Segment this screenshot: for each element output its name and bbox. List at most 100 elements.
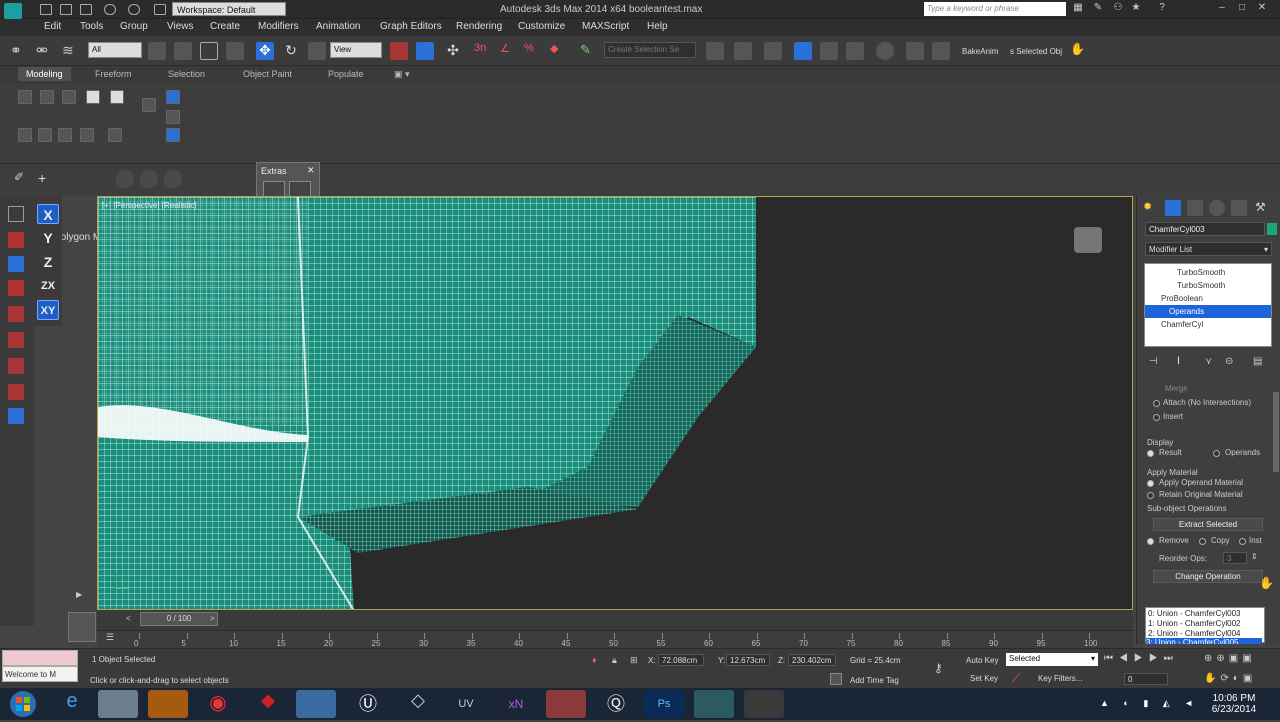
bind-spacewarp-icon[interactable]: ≋ <box>62 42 80 60</box>
workspace-dropdown[interactable]: Workspace: Default <box>172 2 286 16</box>
selected-obj-label[interactable]: s Selected Obj <box>1010 47 1062 56</box>
stack-item-proboolean[interactable]: ProBoolean <box>1145 292 1271 305</box>
brush-tool-icon[interactable]: ✐ <box>14 170 32 188</box>
face-snap-icon[interactable] <box>8 358 24 374</box>
menu-create[interactable]: Create <box>210 21 240 32</box>
show-end-result-toggle-icon[interactable]: Ⅰ <box>1177 356 1180 367</box>
mini-curve-editor-icon[interactable] <box>68 612 96 642</box>
xy-plane-icon[interactable] <box>8 408 24 424</box>
window-crossing-icon[interactable] <box>226 42 244 60</box>
render-frame-icon[interactable] <box>932 42 950 60</box>
welcome-text[interactable]: Welcome to M <box>2 666 78 682</box>
panel-scrollbar[interactable] <box>1273 392 1279 472</box>
menu-graph-editors[interactable]: Graph Editors <box>380 21 442 32</box>
merge-label[interactable]: Merge <box>1165 384 1188 393</box>
unreal-app-icon[interactable]: Ⓤ <box>348 690 388 718</box>
tab-selection[interactable]: Selection <box>168 69 205 79</box>
list-item[interactable]: 2: Union - ChamferCyl004 <box>1148 629 1240 638</box>
render-setup-icon[interactable] <box>906 42 924 60</box>
app-icon-diamond[interactable]: ◇ <box>398 690 438 718</box>
angle-snap-icon[interactable]: ∠ <box>500 42 518 60</box>
edit-named-selection-icon[interactable]: ✎ <box>580 42 598 60</box>
stack-item-operands[interactable]: Operands <box>1145 305 1271 318</box>
layer-manager-icon[interactable] <box>764 42 782 60</box>
change-operation-button[interactable]: Change Operation <box>1153 570 1263 583</box>
polygon-icon[interactable] <box>86 90 100 104</box>
spinner-snap-icon[interactable]: ◆ <box>550 42 568 60</box>
isolate-icon[interactable]: ♦ <box>592 655 597 665</box>
graphite-toggle-icon[interactable] <box>794 42 812 60</box>
axis-snap-icon[interactable] <box>8 280 24 296</box>
tab-modeling[interactable]: Modeling <box>18 67 71 81</box>
preview-subobj-icon[interactable] <box>38 128 52 142</box>
vertex-icon[interactable] <box>18 90 32 104</box>
align-icon[interactable] <box>734 42 752 60</box>
minimize-icon[interactable]: – <box>1216 2 1228 14</box>
border-icon[interactable] <box>62 90 76 104</box>
maximize-icon[interactable]: □ <box>1236 2 1248 14</box>
select-by-name-icon[interactable] <box>174 42 192 60</box>
vertex-snap-icon[interactable] <box>8 306 24 322</box>
hierarchy-tab-icon[interactable] <box>1187 200 1203 216</box>
current-frame-input[interactable]: 0 <box>1124 673 1168 685</box>
stack-up-icon[interactable] <box>166 90 180 104</box>
motion-tab-icon[interactable] <box>1209 200 1225 216</box>
keyboard-shortcut-icon[interactable]: ✣ <box>444 42 462 60</box>
bakeanim-label[interactable]: BakeAnim <box>962 47 998 56</box>
save-file-icon[interactable] <box>80 4 92 15</box>
list-item-selected[interactable]: 3: Union - ChamferCyl005 <box>1146 638 1262 644</box>
y-coordinate-input[interactable]: 12.673cm <box>726 654 770 666</box>
preview-multi-icon[interactable] <box>58 128 72 142</box>
system-tray-icons[interactable]: ▲ ◐ ▮ ◭ ◄ <box>1100 698 1199 709</box>
ribbon-options-icon[interactable]: ▣ ▾ <box>394 69 410 80</box>
snaps-toggle-icon[interactable]: 3n <box>474 42 492 60</box>
axis-x-button[interactable]: X <box>37 204 59 224</box>
stack-item-chamfercyl[interactable]: ChamferCyl <box>1145 318 1271 331</box>
viewport-option2-icon[interactable] <box>140 170 158 188</box>
named-selection-input[interactable]: Create Selection Se <box>604 42 696 58</box>
modify-mode-icon[interactable] <box>142 98 156 112</box>
set-key-icon[interactable]: ⟋ <box>1012 671 1020 686</box>
list-item[interactable]: 0: Union - ChamferCyl003 <box>1148 609 1240 618</box>
select-link-icon[interactable]: ⚭ <box>10 42 28 60</box>
axis-z-button[interactable]: Z <box>37 252 59 272</box>
select-object-icon[interactable] <box>148 42 166 60</box>
viewport-option3-icon[interactable] <box>164 170 182 188</box>
menu-maxscript[interactable]: MAXScript <box>582 21 629 32</box>
viewcube-icon[interactable] <box>1074 227 1102 253</box>
edge-snap-icon[interactable] <box>8 332 24 348</box>
chrome-app-icon[interactable]: ◉ <box>198 690 238 718</box>
3dsmax-app-icon[interactable] <box>694 690 734 718</box>
infocenter-icon[interactable]: ▦ <box>1072 2 1084 14</box>
menu-help[interactable]: Help <box>647 21 668 32</box>
display-tab-icon[interactable] <box>1231 200 1247 216</box>
stack-item-turbosmooth-2[interactable]: TurboSmooth <box>1145 279 1271 292</box>
viewport-option-icon[interactable] <box>116 170 134 188</box>
app-icon-grey[interactable] <box>744 690 784 718</box>
snap-icon[interactable] <box>8 256 24 272</box>
use-nurms-icon[interactable] <box>108 128 122 142</box>
tab-object-paint[interactable]: Object Paint <box>243 69 292 79</box>
app-icon-red[interactable]: ◆ <box>248 690 288 718</box>
time-slider-track[interactable] <box>97 610 1133 630</box>
time-tag-icon[interactable] <box>830 673 842 685</box>
media-player-app-icon[interactable] <box>148 690 188 718</box>
next-frame-icon[interactable]: > <box>210 614 215 623</box>
add-icon[interactable]: + <box>38 170 56 188</box>
object-name-field[interactable]: ChamferCyl003 <box>1145 222 1265 236</box>
add-time-tag[interactable]: Add Time Tag <box>850 676 899 685</box>
pin-stack-icon[interactable]: ⊣ <box>1149 356 1158 367</box>
app-icon-striped[interactable] <box>546 690 586 718</box>
axis-zx-button[interactable]: ZX <box>37 276 59 296</box>
menu-customize[interactable]: Customize <box>518 21 565 32</box>
remove-modifier-icon[interactable]: ⊝ <box>1225 356 1233 367</box>
schematic-view-icon[interactable] <box>846 42 864 60</box>
undo-icon[interactable] <box>104 4 116 15</box>
insert-radio[interactable] <box>1153 414 1160 421</box>
app-logo-icon[interactable] <box>4 3 22 19</box>
modify-tab-icon[interactable] <box>1165 200 1181 216</box>
taskbar-clock[interactable]: 10:06 PM 6/23/2014 <box>1200 693 1268 715</box>
timeline-ruler[interactable]: 0 5 10 15 20 25 30 35 40 45 50 55 60 65 70 75 80 85 90 95 10… <box>97 630 1133 648</box>
make-unique-icon[interactable]: ⋎ <box>1205 356 1212 367</box>
key-icon[interactable]: ⚷ <box>934 661 943 675</box>
